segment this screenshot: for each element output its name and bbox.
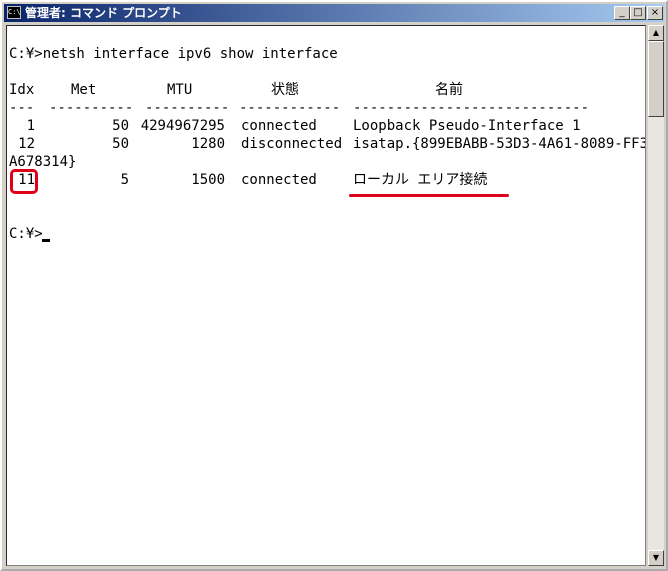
row2-name: isatap.{899EBABB-53D3-4A61-8089-FF30D <box>353 136 645 152</box>
row3-name: ローカル エリア接続 <box>353 172 488 188</box>
separator-mtu: ---------- <box>145 100 230 116</box>
row2-state: disconnected <box>241 136 343 152</box>
vertical-scrollbar[interactable]: ▲ ▼ <box>648 25 664 566</box>
row1-state: connected <box>241 118 317 134</box>
title-bar[interactable]: C:\ 管理者: コマンド プロンプト _ □ × <box>4 4 664 22</box>
row2-idx: 12 <box>18 136 35 152</box>
prompt-line: C:¥> <box>9 226 43 242</box>
header-mtu: MTU <box>167 82 193 98</box>
maximize-button[interactable]: □ <box>630 6 646 20</box>
row1-name: Loopback Pseudo-Interface 1 <box>353 118 581 134</box>
console-output[interactable]: C:¥>netsh interface ipv6 show interface … <box>6 25 646 566</box>
row1-met: 50 <box>112 118 129 134</box>
separator-met: ---------- <box>49 100 134 116</box>
header-idx: Idx <box>9 82 35 98</box>
row3-mtu: 1500 <box>191 172 225 188</box>
header-state: 状態 <box>271 82 299 98</box>
text-cursor <box>42 239 50 242</box>
minimize-button[interactable]: _ <box>614 6 630 20</box>
scrollbar-thumb[interactable] <box>648 41 664 117</box>
name-highlight-underline <box>349 194 509 197</box>
header-name: 名前 <box>435 82 463 98</box>
command-prompt-window: C:\ 管理者: コマンド プロンプト _ □ × C:¥>netsh inte… <box>0 0 668 571</box>
scroll-up-button[interactable]: ▲ <box>648 25 664 41</box>
row2-met: 50 <box>112 136 129 152</box>
close-button[interactable]: × <box>647 6 663 20</box>
idx-highlight-box <box>10 169 38 194</box>
row1-idx: 1 <box>26 118 35 134</box>
row3-state: connected <box>241 172 317 188</box>
row1-mtu: 4294967295 <box>140 118 225 134</box>
row3-met: 5 <box>120 172 129 188</box>
console-app-icon[interactable]: C:\ <box>7 6 21 19</box>
command-line: C:¥>netsh interface ipv6 show interface <box>9 46 338 62</box>
window-title: 管理者: コマンド プロンプト <box>25 6 182 20</box>
separator-idx: --- <box>9 100 35 116</box>
separator-name: ---------------------------- <box>353 100 590 116</box>
row2-mtu: 1280 <box>191 136 225 152</box>
header-met: Met <box>71 82 97 98</box>
separator-state: ------------ <box>239 100 341 116</box>
scroll-down-button[interactable]: ▼ <box>648 550 664 566</box>
